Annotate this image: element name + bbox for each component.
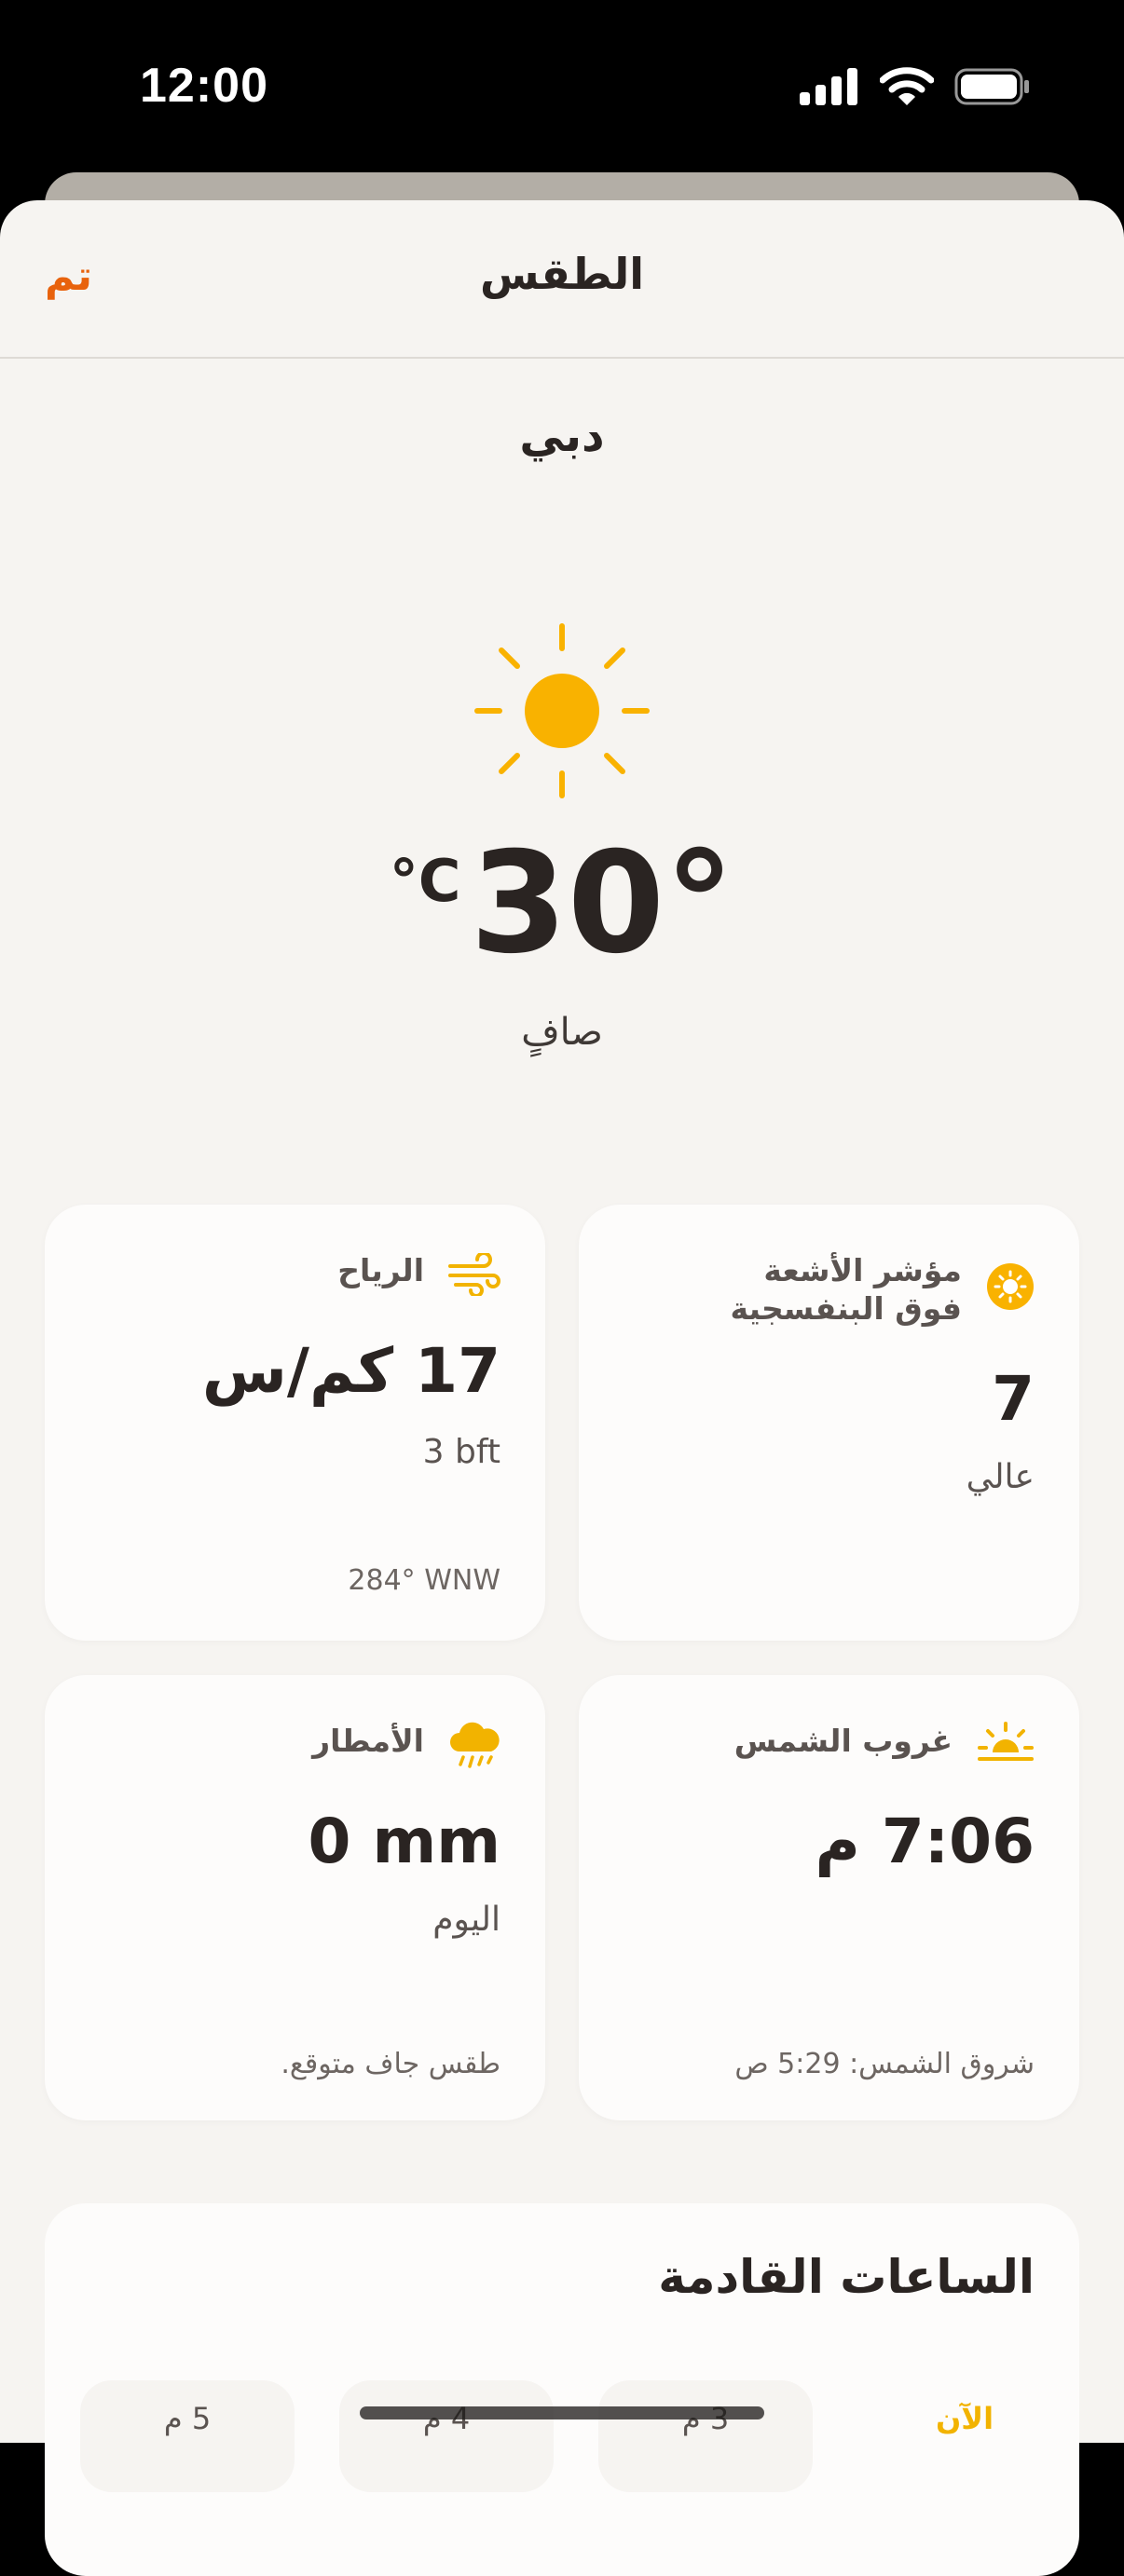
temperature-value: 30° xyxy=(470,823,735,985)
home-indicator xyxy=(360,2406,764,2419)
precipitation-label: الأمطار xyxy=(312,1723,424,1759)
weather-condition: صافٍ xyxy=(521,1011,603,1054)
done-button[interactable]: تم xyxy=(45,252,92,300)
card-header: غروب الشمس xyxy=(734,1722,1035,1766)
hourly-forecast-title: الساعات القادمة xyxy=(658,2250,1035,2304)
card-header: الأمطار xyxy=(312,1722,500,1776)
sunrise-time: شروق الشمس: 5:29 ص xyxy=(734,2048,1035,2080)
uv-value: 7 xyxy=(992,1363,1035,1435)
precipitation-note: طقس جاف متوقع. xyxy=(281,2048,500,2080)
hourly-forecast-card: الساعات القادمة الآن 3 م 4 م 5 م xyxy=(45,2203,1079,2576)
wind-beaufort: 3 bft xyxy=(422,1433,500,1471)
city-name: دبي xyxy=(519,410,605,462)
hour-item[interactable]: 5 م xyxy=(80,2380,295,2492)
hour-item[interactable]: 4 م xyxy=(339,2380,554,2492)
sun-icon xyxy=(986,1251,1035,1315)
weather-sheet: الطقس تم دبي °C30° صافٍ مؤشر الأشعة فوق … xyxy=(0,200,1124,2443)
hour-item[interactable]: 3 م xyxy=(598,2380,813,2492)
precipitation-amount: 0 mm xyxy=(308,1806,500,1877)
card-header: الرياح xyxy=(337,1251,500,1300)
wind-card[interactable]: الرياح 17 كم/س 3 bft 284° WNW xyxy=(45,1205,545,1641)
cellular-signal-icon xyxy=(800,68,859,109)
sunny-icon xyxy=(473,622,651,799)
navigation-bar: الطقس تم xyxy=(0,200,1124,359)
page-title: الطقس xyxy=(480,249,644,299)
card-header: مؤشر الأشعة فوق البنفسجية xyxy=(710,1251,1035,1329)
wifi-icon xyxy=(879,67,935,110)
sunset-label: غروب الشمس xyxy=(733,1723,953,1759)
precipitation-card[interactable]: الأمطار 0 mm اليوم طقس جاف متوقع. xyxy=(45,1675,545,2120)
uv-index-card[interactable]: مؤشر الأشعة فوق البنفسجية 7 عالي xyxy=(579,1205,1079,1641)
sunset-card[interactable]: غروب الشمس 7:06 م شروق الشمس: 5:29 ص xyxy=(579,1675,1079,2120)
precipitation-period: اليوم xyxy=(432,1901,500,1939)
hourly-forecast-list[interactable]: الآن 3 م 4 م 5 م xyxy=(45,2380,1079,2492)
uv-level: عالي xyxy=(966,1458,1035,1496)
sunset-time: 7:06 م xyxy=(815,1806,1035,1877)
rain-cloud-icon xyxy=(448,1722,500,1776)
uv-label: مؤشر الأشعة فوق البنفسجية xyxy=(730,1252,962,1328)
status-bar: 12:00 xyxy=(0,0,1124,177)
current-temperature: °C30° xyxy=(0,834,1124,974)
hour-item-now[interactable]: الآن xyxy=(857,2380,1072,2492)
sunset-icon xyxy=(977,1722,1035,1766)
battery-icon xyxy=(954,68,1031,109)
wind-icon xyxy=(448,1251,500,1300)
status-icons xyxy=(800,67,1031,110)
wind-speed: 17 كم/س xyxy=(201,1335,500,1407)
temperature-unit: °C xyxy=(389,847,461,915)
wind-direction: 284° WNW xyxy=(348,1564,500,1597)
wind-label: الرياح xyxy=(337,1252,424,1288)
status-time: 12:00 xyxy=(140,59,268,113)
